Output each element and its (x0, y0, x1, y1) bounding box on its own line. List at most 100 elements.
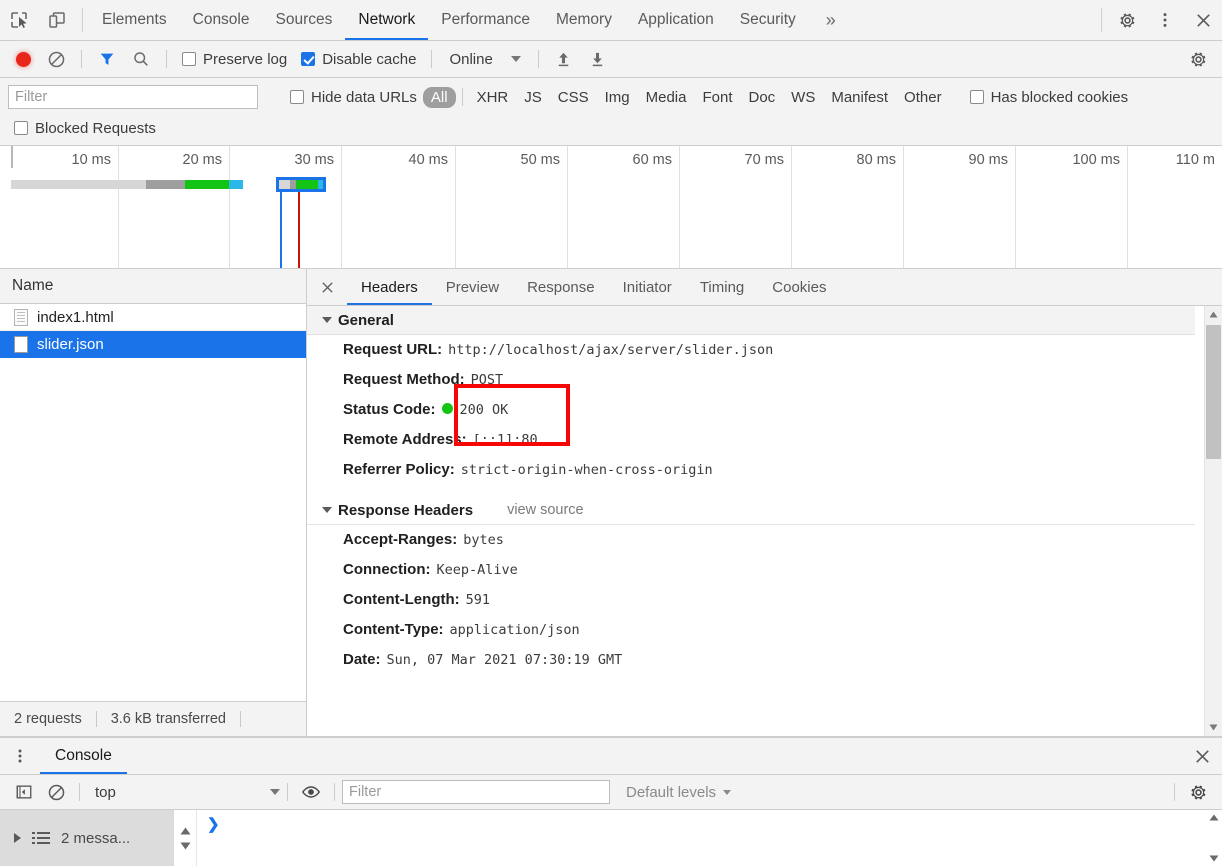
blocked-requests-checkbox[interactable]: Blocked Requests (8, 120, 162, 137)
scroll-up-arrow-icon[interactable] (180, 827, 191, 835)
drawer-tab-console[interactable]: Console (40, 738, 127, 774)
close-details-icon[interactable] (307, 269, 347, 305)
type-filter-other[interactable]: Other (896, 87, 950, 108)
overview-tick-label: 100 ms (1072, 152, 1120, 168)
checkbox-box (14, 121, 28, 135)
overview-gridline (118, 146, 119, 268)
request-row-slider[interactable]: slider.json (0, 331, 306, 358)
inspect-element-icon[interactable] (0, 0, 38, 40)
tab-security[interactable]: Security (727, 0, 809, 40)
export-har-icon[interactable] (582, 44, 614, 74)
type-filter-font[interactable]: Font (694, 87, 740, 108)
scrollbar-thumb[interactable] (1206, 325, 1221, 459)
close-icon[interactable] (1184, 0, 1222, 40)
tab-elements[interactable]: Elements (89, 0, 180, 40)
scroll-up-arrow-icon[interactable] (1205, 306, 1222, 323)
request-details-panel: Headers Preview Response Initiator Timin… (307, 269, 1222, 736)
type-filter-media[interactable]: Media (638, 87, 695, 108)
type-filter-img[interactable]: Img (597, 87, 638, 108)
toolbar-divider (1174, 783, 1175, 801)
scroll-up-arrow-icon[interactable] (1209, 814, 1219, 821)
device-toolbar-icon[interactable] (38, 0, 76, 40)
chevron-down-icon (322, 507, 332, 513)
scrollbar-track[interactable] (1205, 323, 1222, 719)
tab-network[interactable]: Network (345, 0, 429, 40)
checkbox-box (290, 90, 304, 104)
clear-button[interactable] (40, 44, 72, 74)
prompt-arrow-icon: ❯ (207, 816, 220, 833)
header-value: strict-origin-when-cross-origin (460, 462, 713, 478)
console-context-value: top (95, 783, 116, 801)
throttling-select[interactable]: Online (441, 51, 528, 68)
type-filter-doc[interactable]: Doc (740, 87, 783, 108)
tab-initiator[interactable]: Initiator (609, 269, 686, 305)
details-scrollbar[interactable] (1204, 306, 1222, 736)
console-settings-icon[interactable] (1182, 777, 1214, 807)
search-icon[interactable] (125, 44, 157, 74)
console-context-selector[interactable]: top (87, 784, 280, 801)
tab-label: Timing (699, 278, 745, 296)
header-key: Connection: (343, 561, 431, 578)
response-headers-section-header[interactable]: Response Headers view source (307, 496, 1195, 525)
general-section-header[interactable]: General (307, 306, 1195, 335)
record-button[interactable] (8, 44, 38, 74)
kebab-menu-icon[interactable] (1146, 0, 1184, 40)
network-overview-timeline[interactable]: 10 ms 20 ms 30 ms 40 ms 50 ms 60 ms 70 m… (0, 146, 1222, 269)
tab-cookies[interactable]: Cookies (758, 269, 840, 305)
preserve-log-label: Preserve log (203, 50, 288, 68)
network-settings-icon[interactable] (1182, 44, 1214, 74)
close-drawer-icon[interactable] (1182, 738, 1222, 774)
type-filter-css[interactable]: CSS (550, 87, 597, 108)
tab-sources[interactable]: Sources (263, 0, 346, 40)
type-filter-ws[interactable]: WS (783, 87, 823, 108)
scroll-down-arrow-icon[interactable] (1205, 719, 1222, 736)
request-list-header[interactable]: Name (0, 269, 306, 304)
console-messages-item[interactable]: 2 messa... (0, 810, 174, 866)
tab-preview[interactable]: Preview (432, 269, 513, 305)
gear-icon[interactable] (1108, 0, 1146, 40)
scroll-down-arrow-icon[interactable] (1209, 855, 1219, 862)
console-prompt[interactable]: ❯ (197, 810, 1206, 866)
tab-memory[interactable]: Memory (543, 0, 625, 40)
overview-tick-label: 10 ms (71, 152, 112, 168)
filter-input[interactable] (8, 85, 258, 109)
console-log-levels-select[interactable]: Default levels (626, 783, 732, 801)
more-tabs-icon[interactable]: » (809, 0, 853, 40)
toolbar-divider (82, 8, 83, 32)
disable-cache-checkbox[interactable]: Disable cache (295, 51, 422, 68)
tab-headers[interactable]: Headers (347, 269, 432, 305)
drawer-tab-label: Console (55, 747, 112, 764)
header-row-referrer-policy: Referrer Policy: strict-origin-when-cros… (307, 455, 1195, 485)
drawer-menu-icon[interactable] (0, 738, 40, 774)
hide-data-urls-checkbox[interactable]: Hide data URLs (284, 89, 423, 106)
overview-left-edge (11, 146, 13, 168)
type-filter-xhr[interactable]: XHR (469, 87, 517, 108)
tab-label: Security (739, 11, 796, 28)
view-source-link[interactable]: view source (507, 502, 584, 518)
preserve-log-checkbox[interactable]: Preserve log (176, 51, 293, 68)
type-filter-js[interactable]: JS (516, 87, 550, 108)
filter-icon[interactable] (91, 44, 123, 74)
console-scrollbar[interactable] (1206, 810, 1222, 866)
tab-timing[interactable]: Timing (686, 269, 758, 305)
header-key: Date: (343, 651, 381, 668)
scroll-down-arrow-icon[interactable] (180, 842, 191, 850)
tab-response[interactable]: Response (513, 269, 609, 305)
live-expression-icon[interactable] (295, 777, 327, 807)
tab-application[interactable]: Application (625, 0, 727, 40)
console-sidebar-icon[interactable] (8, 777, 40, 807)
console-filter-input[interactable] (342, 780, 610, 804)
chevron-down-icon (723, 789, 732, 795)
tab-console[interactable]: Console (180, 0, 263, 40)
has-blocked-cookies-checkbox[interactable]: Has blocked cookies (964, 89, 1135, 106)
overview-gridline (791, 146, 792, 268)
tab-performance[interactable]: Performance (428, 0, 543, 40)
type-filter-manifest[interactable]: Manifest (823, 87, 896, 108)
header-key: Request Method: (343, 371, 465, 388)
clear-console-icon[interactable] (40, 777, 72, 807)
request-row-index1[interactable]: index1.html (0, 304, 306, 331)
checkbox-box (969, 90, 984, 104)
import-har-icon[interactable] (548, 44, 580, 74)
type-filter-all[interactable]: All (422, 86, 456, 108)
console-log-levels-value: Default levels (626, 783, 717, 801)
